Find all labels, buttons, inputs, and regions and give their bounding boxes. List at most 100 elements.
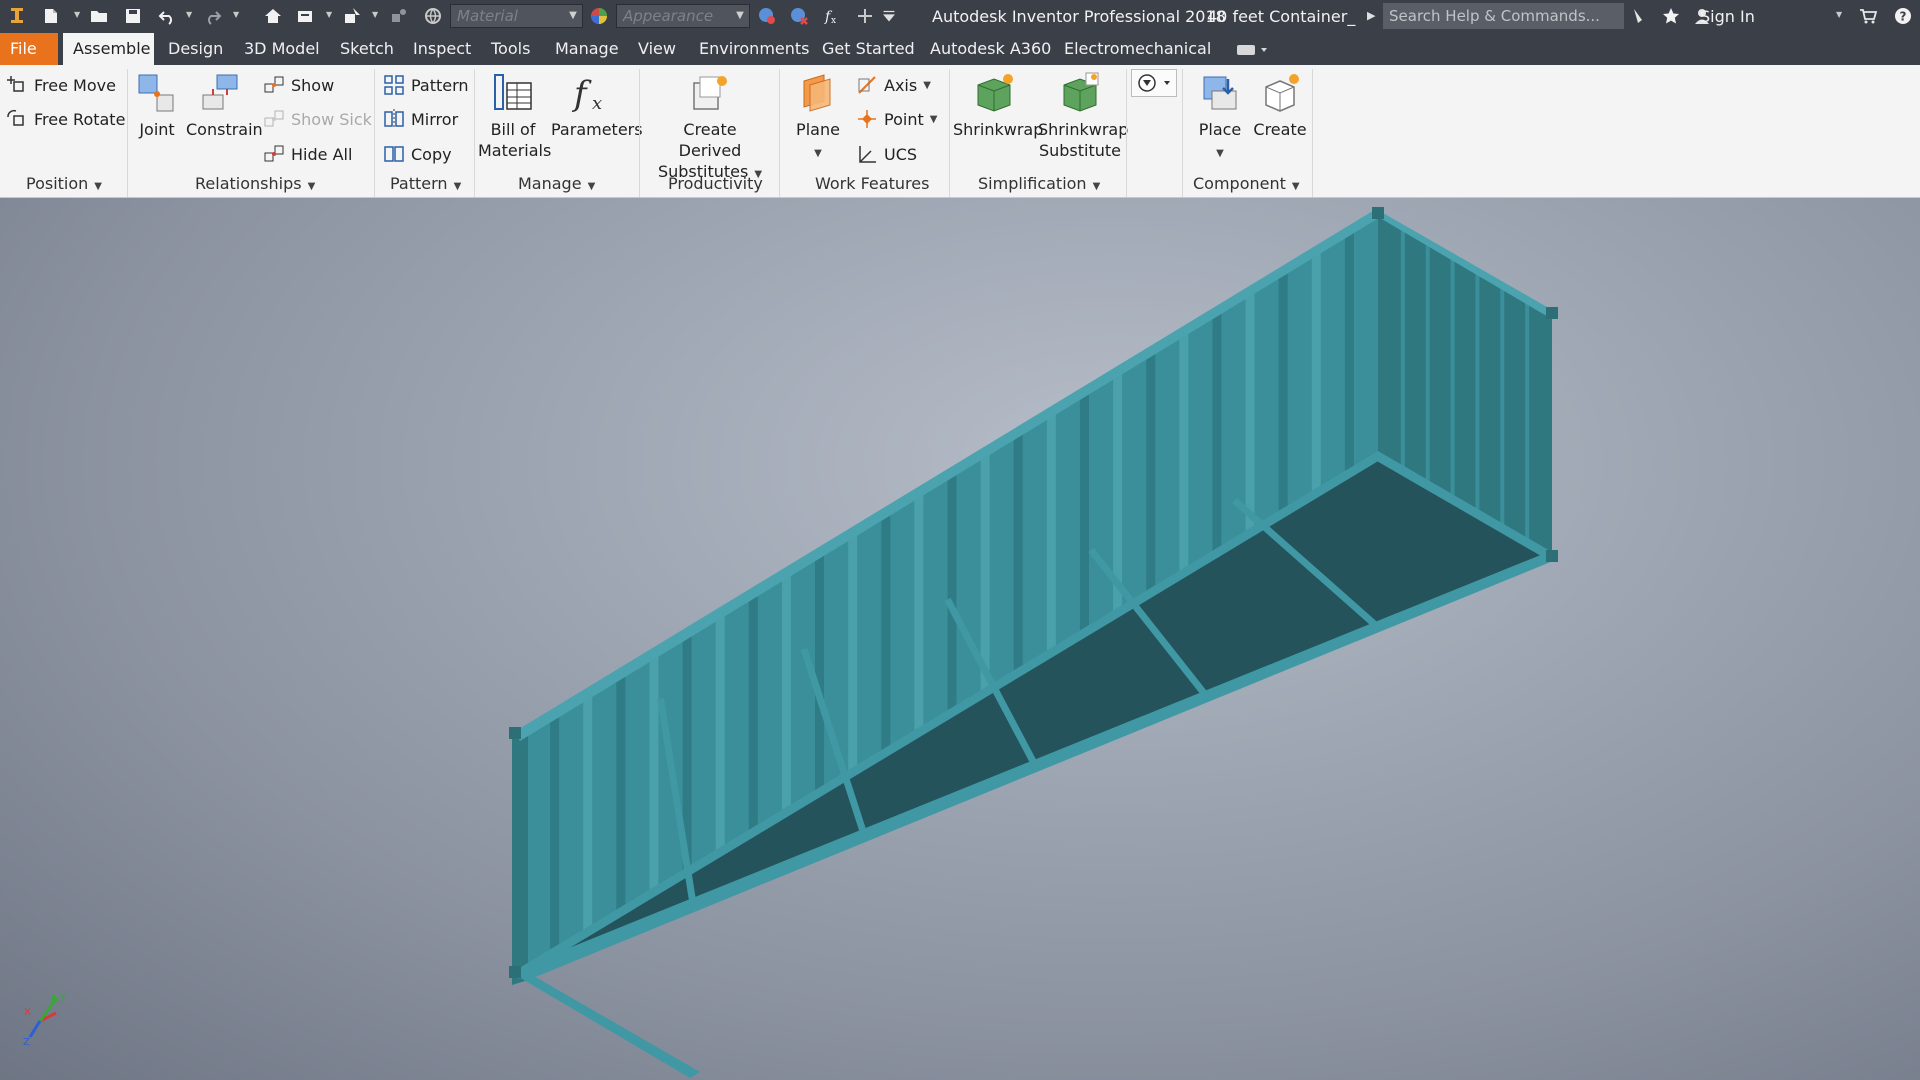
tab-design[interactable]: Design xyxy=(158,33,233,65)
select-filter-icon[interactable] xyxy=(342,6,364,26)
redo-icon[interactable] xyxy=(202,6,224,26)
container-model[interactable] xyxy=(0,198,1920,1080)
free-move-button[interactable]: Free Move xyxy=(6,72,116,98)
panel-label-simplification[interactable]: Simplification ▼ xyxy=(978,173,1100,195)
chevron-down-icon[interactable]: ▼ xyxy=(1836,10,1842,19)
selection-filter-dropdown[interactable] xyxy=(1131,69,1177,97)
create-derived-substitutes-button[interactable]: Create Derived Substitutes ▼ xyxy=(652,71,768,185)
panel-label-pattern[interactable]: Pattern ▼ xyxy=(390,173,461,195)
panel-label-component[interactable]: Component ▼ xyxy=(1193,173,1300,195)
chevron-down-icon[interactable]: ▼ xyxy=(186,10,192,19)
mirror-label: Mirror xyxy=(411,109,459,129)
plus-icon[interactable] xyxy=(854,6,876,26)
constrain-button[interactable]: Constrain xyxy=(186,71,263,140)
home-icon[interactable] xyxy=(262,6,284,26)
undo-icon[interactable] xyxy=(156,6,178,26)
shrinkwrap-substitute-button[interactable]: Shrinkwrap Substitute xyxy=(1038,71,1128,161)
chevron-down-icon[interactable]: ▼ xyxy=(233,10,239,19)
panel-divider xyxy=(949,69,950,197)
point-icon xyxy=(856,108,878,130)
panel-label-manage[interactable]: Manage ▼ xyxy=(518,173,595,195)
wall-rib xyxy=(715,611,725,857)
axis-label: Axis xyxy=(884,75,918,95)
show-button[interactable]: Show xyxy=(263,72,334,98)
parameters-button[interactable]: fx Parameters xyxy=(551,71,643,140)
clear-appearance-icon[interactable] xyxy=(788,6,810,26)
cart-icon[interactable] xyxy=(1856,6,1880,26)
z-axis-line xyxy=(28,1020,42,1038)
tab-get-started[interactable]: Get Started xyxy=(812,33,925,65)
bill-of-materials-button[interactable]: Bill of Materials xyxy=(478,71,551,161)
binoculars-icon[interactable] xyxy=(1628,6,1650,26)
tab-view[interactable]: View xyxy=(628,33,686,65)
inventor-logo-icon[interactable] xyxy=(6,6,28,26)
panel-label-relationships[interactable]: Relationships ▼ xyxy=(195,173,315,195)
material-dropdown[interactable]: Material ▼ xyxy=(450,4,583,28)
free-rotate-button[interactable]: Free Rotate xyxy=(6,106,125,132)
ribbon-display-toggle[interactable] xyxy=(1236,42,1272,56)
chevron-down-icon[interactable]: ▼ xyxy=(372,10,378,19)
globe-icon[interactable] xyxy=(422,6,444,26)
tab-file[interactable]: File xyxy=(0,33,58,65)
open-folder-icon[interactable] xyxy=(88,6,110,26)
tab-manage[interactable]: Manage xyxy=(545,33,629,65)
derived-label-line1: Create Derived xyxy=(678,120,742,160)
chevron-down-icon: ▼ xyxy=(307,181,316,192)
tab-environments[interactable]: Environments xyxy=(689,33,820,65)
customize-toolbar-icon[interactable] xyxy=(880,6,898,26)
chevron-down-icon[interactable]: ▼ xyxy=(326,10,332,19)
appearance-dropdown[interactable]: Appearance ▼ xyxy=(616,4,750,28)
show-label: Show xyxy=(291,75,335,95)
tab-tools[interactable]: Tools xyxy=(481,33,540,65)
tab-electromechanical[interactable]: Electromechanical xyxy=(1054,33,1221,65)
tab-assemble[interactable]: Assemble xyxy=(63,33,154,65)
component-panel-title: Component xyxy=(1193,174,1286,193)
expand-arrow-icon[interactable]: ▶ xyxy=(1367,9,1375,22)
show-sick-button[interactable]: Show Sick xyxy=(263,106,372,132)
tab-inspect[interactable]: Inspect xyxy=(403,33,481,65)
wall-rib xyxy=(1146,349,1156,599)
create-component-button[interactable]: Create xyxy=(1252,71,1308,140)
tab-autodesk-a360[interactable]: Autodesk A360 xyxy=(920,33,1061,65)
constrain-label: Constrain xyxy=(186,120,263,139)
help-icon[interactable]: ? xyxy=(1892,6,1914,26)
mirror-icon xyxy=(383,108,405,130)
panel-divider xyxy=(374,69,375,197)
plane-button[interactable]: Plane ▼ xyxy=(790,71,846,164)
place-component-button[interactable]: Place ▼ xyxy=(1192,71,1248,164)
save-icon[interactable] xyxy=(122,6,144,26)
adjust-appearance-icon[interactable] xyxy=(756,6,778,26)
select-mode-icon[interactable] xyxy=(388,6,410,26)
hide-all-button[interactable]: Hide All xyxy=(263,141,352,167)
sign-in-link[interactable]: Sign In xyxy=(1700,7,1755,26)
container-corner-post xyxy=(512,729,528,985)
joint-button[interactable]: Joint xyxy=(135,71,179,140)
chevron-down-icon: ▼ xyxy=(929,113,938,125)
wall-rib xyxy=(1079,390,1089,638)
axis-button[interactable]: Axis ▼ xyxy=(856,72,931,98)
shrinkwrap-button[interactable]: Shrinkwrap xyxy=(953,71,1043,140)
pattern-icon xyxy=(383,74,405,96)
new-file-icon[interactable] xyxy=(40,6,62,26)
tab-3d-model[interactable]: 3D Model xyxy=(234,33,330,65)
chevron-down-icon[interactable]: ▼ xyxy=(74,10,80,19)
appearance-sphere-icon[interactable] xyxy=(588,6,610,26)
tab-sketch[interactable]: Sketch xyxy=(330,33,404,65)
star-icon[interactable] xyxy=(1660,6,1682,26)
fx-icon[interactable]: fx xyxy=(822,6,844,26)
free-move-icon xyxy=(6,74,28,96)
point-button[interactable]: Point ▼ xyxy=(856,106,937,132)
pattern-button[interactable]: Pattern xyxy=(383,72,469,98)
material-placeholder: Material xyxy=(457,7,518,25)
graphics-viewport[interactable]: X Y Z xyxy=(0,198,1920,1080)
pattern-panel-title: Pattern xyxy=(390,174,448,193)
search-input[interactable]: Search Help & Commands... xyxy=(1383,3,1624,29)
axis-icon xyxy=(856,74,878,96)
simplification-panel-title: Simplification xyxy=(978,174,1087,193)
parameters-label: Parameters xyxy=(551,120,643,139)
ucs-button[interactable]: UCS xyxy=(856,141,917,167)
mirror-button[interactable]: Mirror xyxy=(383,106,458,132)
project-icon[interactable] xyxy=(294,6,316,26)
copy-button[interactable]: Copy xyxy=(383,141,452,167)
panel-label-position[interactable]: Position ▼ xyxy=(26,173,102,195)
